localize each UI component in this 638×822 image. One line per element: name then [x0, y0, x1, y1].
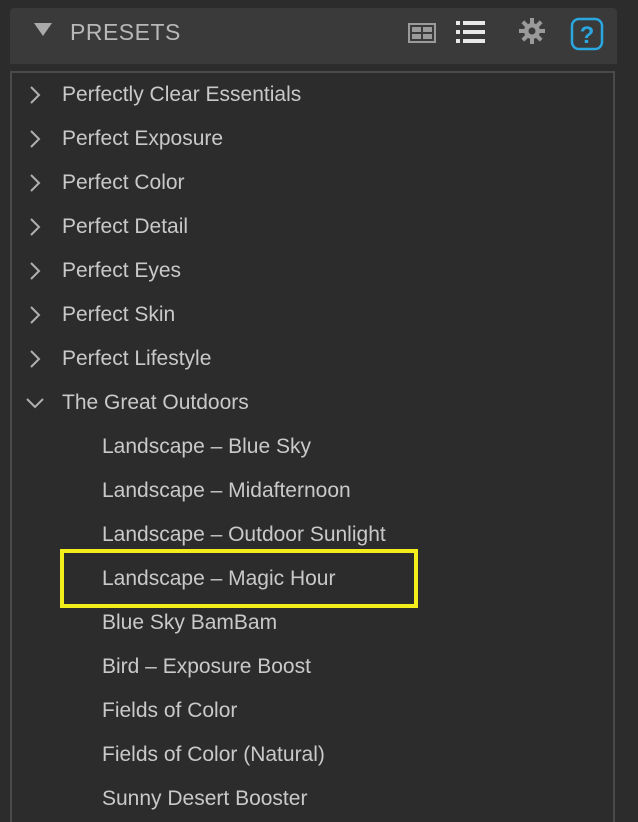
folder-perfect-skin[interactable]: Perfect Skin: [12, 293, 612, 337]
preset-item[interactable]: Landscape – Outdoor Sunlight: [12, 513, 612, 557]
folder-label: Perfect Eyes: [62, 259, 182, 282]
preset-item-highlighted[interactable]: Landscape – Magic Hour: [12, 557, 612, 601]
gear-icon[interactable]: [518, 17, 546, 45]
panel-header: PRESETS ?: [10, 8, 617, 64]
preset-item[interactable]: Landscape – Blue Sky: [12, 425, 612, 469]
folder-label: Perfect Skin: [62, 303, 176, 326]
folder-perfectly-clear-essentials[interactable]: Perfectly Clear Essentials: [12, 73, 612, 117]
folder-label: Perfectly Clear Essentials: [62, 83, 302, 106]
folder-perfect-color[interactable]: Perfect Color: [12, 161, 612, 205]
grid-view-icon[interactable]: [408, 23, 436, 43]
presets-tree: Perfectly Clear Essentials Perfect Expos…: [10, 71, 615, 822]
preset-item[interactable]: Bird – Exposure Boost: [12, 645, 612, 689]
list-view-icon[interactable]: [456, 20, 486, 44]
preset-label: Sunny Desert Booster: [102, 787, 308, 810]
folder-perfect-exposure[interactable]: Perfect Exposure: [12, 117, 612, 161]
help-glyph: ?: [580, 22, 595, 49]
chevron-down-icon[interactable]: [24, 392, 46, 414]
preset-label: Landscape – Blue Sky: [102, 435, 311, 458]
collapse-triangle-icon[interactable]: [34, 23, 52, 36]
help-icon[interactable]: ?: [570, 17, 604, 51]
folder-perfect-eyes[interactable]: Perfect Eyes: [12, 249, 612, 293]
preset-label: Fields of Color: [102, 699, 238, 722]
chevron-right-icon[interactable]: [24, 128, 46, 150]
folder-perfect-detail[interactable]: Perfect Detail: [12, 205, 612, 249]
panel-title: PRESETS: [70, 19, 181, 45]
preset-item[interactable]: Fields of Color (Natural): [12, 733, 612, 777]
chevron-right-icon[interactable]: [24, 348, 46, 370]
preset-label: Landscape – Midafternoon: [102, 479, 351, 502]
preset-label: Fields of Color (Natural): [102, 743, 325, 766]
preset-item[interactable]: Landscape – Midafternoon: [12, 469, 612, 513]
preset-item[interactable]: Sunny Desert Booster: [12, 777, 612, 821]
folder-the-great-outdoors[interactable]: The Great Outdoors: [12, 381, 612, 425]
chevron-right-icon[interactable]: [24, 260, 46, 282]
folder-label: Perfect Color: [62, 171, 185, 194]
preset-item[interactable]: Fields of Color: [12, 689, 612, 733]
folder-label: Perfect Lifestyle: [62, 347, 212, 370]
folder-label: The Great Outdoors: [62, 391, 249, 414]
chevron-right-icon[interactable]: [24, 84, 46, 106]
preset-label: Landscape – Magic Hour: [102, 567, 336, 590]
chevron-right-icon[interactable]: [24, 172, 46, 194]
presets-panel: PRESETS ? Perfectly Clear Essentials Per…: [0, 0, 638, 822]
preset-item[interactable]: Blue Sky BamBam: [12, 601, 612, 645]
folder-label: Perfect Detail: [62, 215, 189, 238]
preset-label: Landscape – Outdoor Sunlight: [102, 523, 386, 546]
folder-label: Perfect Exposure: [62, 127, 224, 150]
folder-perfect-lifestyle[interactable]: Perfect Lifestyle: [12, 337, 612, 381]
preset-label: Blue Sky BamBam: [102, 611, 278, 634]
preset-label: Bird – Exposure Boost: [102, 655, 311, 678]
chevron-right-icon[interactable]: [24, 304, 46, 326]
chevron-right-icon[interactable]: [24, 216, 46, 238]
